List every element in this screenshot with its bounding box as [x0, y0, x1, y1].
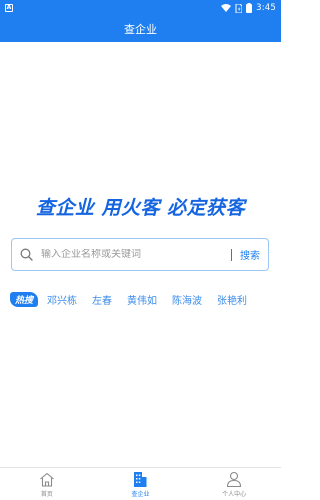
sim-icon — [235, 3, 243, 13]
search-box[interactable]: 搜索 — [11, 238, 269, 271]
header: 查企业 — [0, 16, 281, 42]
search-divider — [231, 248, 232, 261]
tab-label: 首页 — [40, 490, 53, 498]
user-icon — [226, 471, 242, 487]
notification-icon: A — [5, 4, 13, 12]
hot-search-item[interactable]: 邓兴栋 — [47, 292, 77, 307]
tab-search-company[interactable]: 查企业 — [100, 471, 180, 498]
slogan: 查企业 用火客 必定获客 — [35, 197, 246, 219]
building-icon — [133, 471, 147, 487]
hot-search-row: 热搜 邓兴栋 左春 黄伟如 陈海波 张艳利 — [10, 291, 275, 307]
tab-home[interactable]: 首页 — [7, 471, 87, 498]
tab-label: 个人中心 — [222, 490, 247, 498]
status-right: 3:45 — [221, 3, 276, 13]
search-input[interactable] — [41, 249, 223, 260]
hot-search-list: 邓兴栋 左春 黄伟如 陈海波 张艳利 — [47, 292, 247, 307]
page-title: 查企业 — [124, 23, 157, 36]
status-bar: A 3:45 — [0, 0, 281, 16]
status-time: 3:45 — [256, 3, 276, 13]
search-button[interactable]: 搜索 — [240, 247, 260, 262]
hot-search-item[interactable]: 黄伟如 — [127, 292, 157, 307]
hot-search-item[interactable]: 陈海波 — [172, 292, 202, 307]
home-icon — [39, 471, 55, 487]
tab-label: 查企业 — [131, 490, 150, 498]
tab-profile[interactable]: 个人中心 — [194, 471, 274, 498]
search-icon — [20, 248, 34, 262]
battery-icon — [246, 3, 253, 13]
status-left: A — [5, 4, 13, 12]
bottom-tab-bar: 首页 查企业 个人中心 — [0, 467, 281, 500]
hot-search-item[interactable]: 张艳利 — [217, 292, 247, 307]
hot-search-item[interactable]: 左春 — [92, 292, 112, 307]
wifi-icon — [221, 4, 232, 12]
hot-search-badge: 热搜 — [10, 291, 39, 307]
